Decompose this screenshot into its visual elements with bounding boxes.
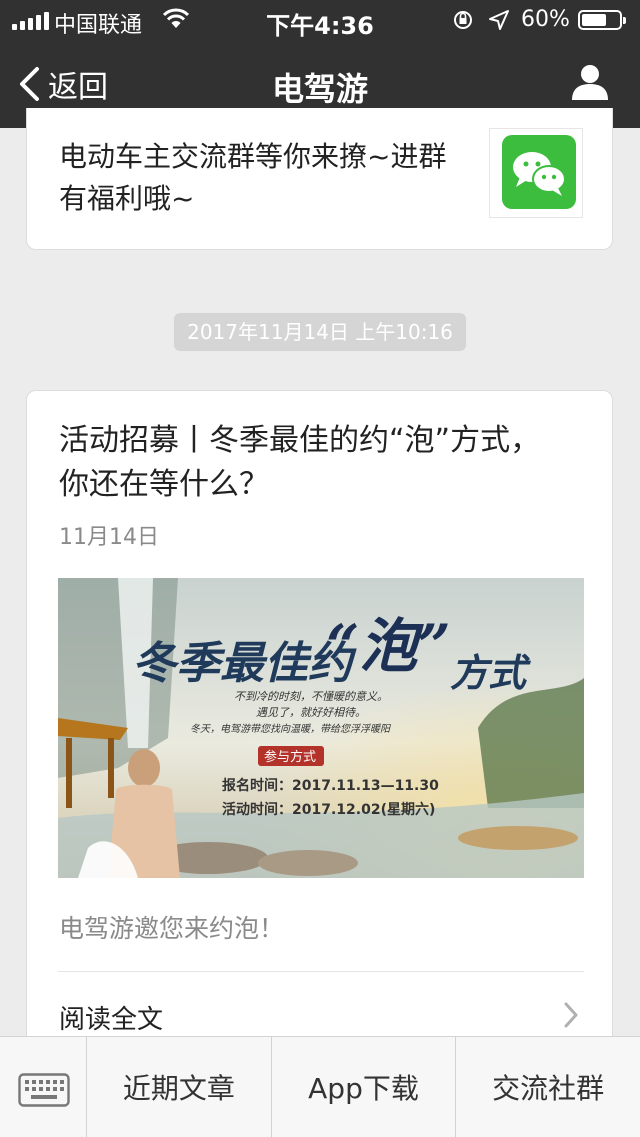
previous-article-card[interactable]: 电动车主交流群等你来撩~进群有福利哦~ <box>26 108 613 250</box>
location-icon <box>489 10 509 30</box>
chevron-right-icon <box>564 1002 578 1028</box>
keyboard-icon <box>18 1073 70 1107</box>
page-title: 电驾游 <box>271 70 368 108</box>
previous-article-thumbnail <box>489 128 583 218</box>
user-profile-icon[interactable] <box>570 62 610 102</box>
message-timestamp: 2017年11月14日 上午10:16 <box>174 313 466 351</box>
cover-signup-time: 报名时间：2017.11.13—11.30 <box>222 777 439 794</box>
article-card[interactable]: 活动招募丨冬季最佳的约“泡”方式，你还在等什么？ 11月14日 冬季最佳约 “泡… <box>26 390 613 1090</box>
cover-headline-suffix: 方式 <box>450 650 531 695</box>
article-title: 活动招募丨冬季最佳的约“泡”方式，你还在等什么？ <box>59 423 541 502</box>
menu-community[interactable]: 交流社群 <box>456 1037 640 1137</box>
cover-headline-highlight: “泡” <box>326 612 451 680</box>
divider <box>58 971 584 972</box>
cover-headline: 冬季最佳约 <box>132 638 357 689</box>
orientation-lock-icon <box>454 11 472 29</box>
article-date: 11月14日 <box>59 525 159 550</box>
cover-badge: 参与方式 <box>264 749 316 765</box>
read-more-link[interactable]: 阅读全文 <box>59 999 163 1036</box>
cover-line-1: 不到冷的时刻，不懂暖的意义。 <box>234 690 388 703</box>
wechat-icon <box>502 135 576 209</box>
article-description: 电驾游邀您来约泡！ <box>59 914 285 943</box>
battery-icon <box>578 10 626 30</box>
keyboard-toggle-button[interactable] <box>0 1037 87 1137</box>
menu-app-download[interactable]: App下载 <box>272 1037 457 1137</box>
cover-line-3: 冬天，电驾游带您找向温暖，带给您浮浮暖阳 <box>190 723 392 735</box>
bottom-menu: 近期文章 App下载 交流社群 <box>0 1036 640 1137</box>
status-bar: 中国联通 下午4:36 60% <box>0 0 640 40</box>
article-cover-image: 冬季最佳约 “泡” 方式 不到冷的时刻，不懂暖的意义。 遇见了，就好好相待。 冬… <box>58 578 584 878</box>
menu-recent-articles[interactable]: 近期文章 <box>87 1037 272 1137</box>
cover-line-2: 遇见了，就好好相待。 <box>256 706 366 719</box>
battery-percent: 60% <box>521 7 570 32</box>
cover-event-time: 活动时间：2017.12.02(星期六) <box>222 801 435 818</box>
previous-article-text: 电动车主交流群等你来撩~进群有福利哦~ <box>59 140 447 215</box>
